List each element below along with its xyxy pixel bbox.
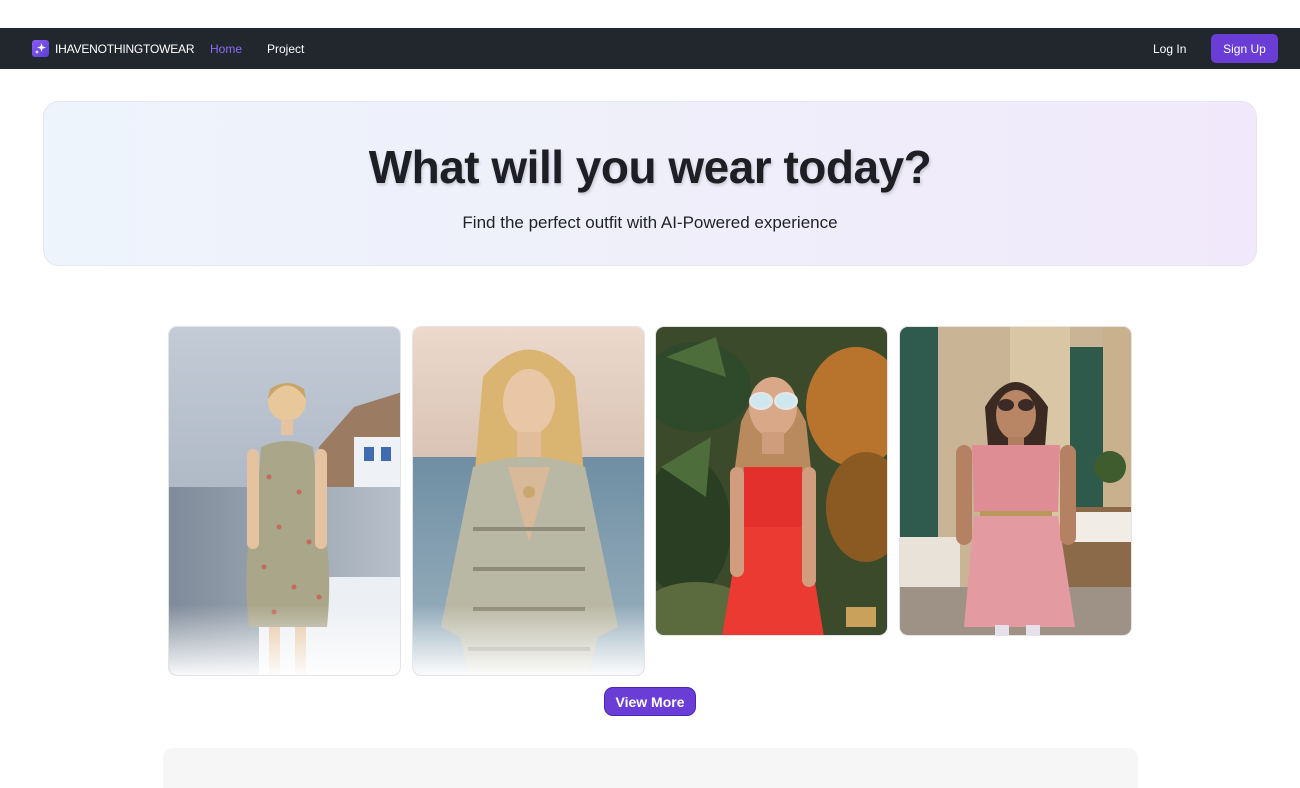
- outfit-red-tiered-dress-image: [656, 327, 887, 635]
- image-fade: [413, 605, 644, 675]
- outfit-card-4[interactable]: [899, 326, 1132, 636]
- nav-link-project[interactable]: Project: [267, 42, 304, 56]
- nav-link-home[interactable]: Home: [210, 42, 242, 56]
- brand-name: IHAVENOTHINGTOWEAR: [55, 41, 195, 56]
- signup-button[interactable]: Sign Up: [1211, 34, 1278, 63]
- outfit-card-3[interactable]: [655, 326, 888, 636]
- hero-title: What will you wear today?: [368, 141, 932, 193]
- brand[interactable]: IHAVENOTHINGTOWEAR: [32, 40, 195, 57]
- outfit-card-2[interactable]: [412, 326, 645, 676]
- hero-banner: What will you wear today? Find the perfe…: [43, 101, 1257, 266]
- next-section-panel: [163, 748, 1138, 788]
- view-more-button[interactable]: View More: [604, 687, 696, 716]
- login-link[interactable]: Log In: [1153, 42, 1186, 56]
- page-top-margin: [0, 0, 1300, 28]
- outfit-card-1[interactable]: [168, 326, 401, 676]
- top-navbar: IHAVENOTHINGTOWEAR Home Project Log In: [0, 28, 1300, 69]
- image-fade: [169, 605, 400, 675]
- sparkle-logo-icon: [32, 40, 49, 57]
- hero-subtitle: Find the perfect outfit with AI-Powered …: [462, 213, 838, 232]
- outfit-pink-wrap-dress-image: [900, 327, 1131, 635]
